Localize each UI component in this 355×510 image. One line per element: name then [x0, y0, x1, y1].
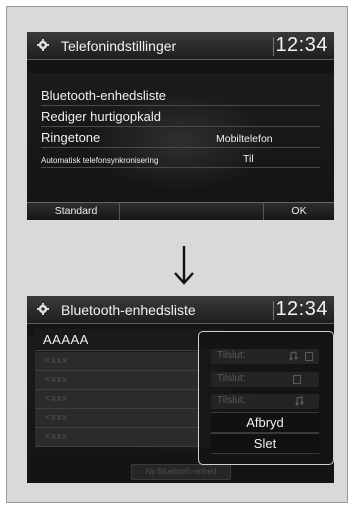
delete-button[interactable]: Slet	[211, 433, 319, 454]
device-list-item[interactable]: <xxx	[35, 371, 225, 390]
add-new-device-button[interactable]: Ny Bluetooth-enhed	[131, 464, 231, 480]
settings-gear-icon	[37, 303, 49, 315]
disconnect-button[interactable]: Afbryd	[211, 412, 319, 433]
connect-option-phone-audio[interactable]: Tilslut:	[211, 349, 319, 364]
menu-item-label: Bluetooth-enhedsliste	[41, 88, 167, 103]
clock-divider	[273, 301, 274, 320]
device-options-popup: Tilslut: Tilslut: Tilslut: Afbryd Slet	[198, 331, 334, 465]
menu-item-label: Automatisk telefonsynkronisering	[41, 156, 159, 165]
phone-icon	[293, 375, 301, 384]
music-note-icon	[289, 351, 298, 361]
connect-option-audio[interactable]: Tilslut:	[211, 394, 319, 409]
device-name: <xxx	[45, 393, 68, 403]
device-name: AAAAA	[43, 332, 89, 347]
connect-label: Tilslut:	[217, 350, 246, 361]
settings-gear-icon	[37, 39, 49, 51]
menu-item-bluetooth-device-list[interactable]: Bluetooth-enhedsliste	[41, 85, 320, 106]
menu-item-label: Rediger hurtigopkald	[41, 109, 161, 124]
device-list-item[interactable]: <xxx	[35, 409, 225, 428]
music-note-icon	[295, 396, 304, 406]
default-button[interactable]: Standard	[33, 203, 120, 220]
device-list-item-selected[interactable]: AAAAA	[35, 329, 225, 351]
screen-title: Bluetooth-enhedsliste	[61, 302, 196, 318]
clock: 12:34	[275, 34, 328, 56]
bottom-button-bar: Standard OK	[27, 202, 334, 220]
menu-item-label: Ringetone	[41, 130, 101, 145]
device-name: <xxx	[45, 355, 68, 365]
header-bar: Bluetooth-enhedsliste 12:34	[27, 296, 334, 324]
add-new-device-label: Ny Bluetooth-enhed	[145, 467, 217, 476]
ok-button[interactable]: OK	[263, 203, 334, 220]
menu-item-ringtone[interactable]: Ringetone Mobiltelefon	[41, 127, 320, 148]
clock-divider	[273, 37, 274, 56]
phone-icon	[305, 352, 313, 361]
screen-title: Telefonindstillinger	[61, 38, 177, 54]
device-list-item[interactable]: <xxx	[35, 428, 225, 447]
clock: 12:34	[275, 298, 328, 320]
device-list-item[interactable]: <xxx	[35, 390, 225, 409]
header-bar: Telefonindstillinger 12:34	[27, 32, 334, 60]
device-name: <xxx	[45, 431, 68, 441]
menu-item-auto-phone-sync[interactable]: Automatisk telefonsynkronisering Til	[41, 148, 320, 168]
device-name: <xxx	[45, 412, 68, 422]
connect-label: Tilslut:	[217, 373, 246, 384]
ringtone-value: Mobiltelefon	[216, 133, 273, 145]
auto-sync-value: Til	[243, 153, 254, 165]
device-list-item[interactable]: <xxx	[35, 352, 225, 371]
menu-item-edit-speed-dial[interactable]: Rediger hurtigopkald	[41, 106, 320, 127]
phone-settings-screen: Telefonindstillinger 12:34 Bluetooth-enh…	[27, 32, 334, 220]
device-name: <xxx	[45, 374, 68, 384]
connect-option-phone[interactable]: Tilslut:	[211, 372, 319, 387]
down-arrow-icon	[174, 246, 194, 285]
connect-label: Tilslut:	[217, 395, 246, 406]
